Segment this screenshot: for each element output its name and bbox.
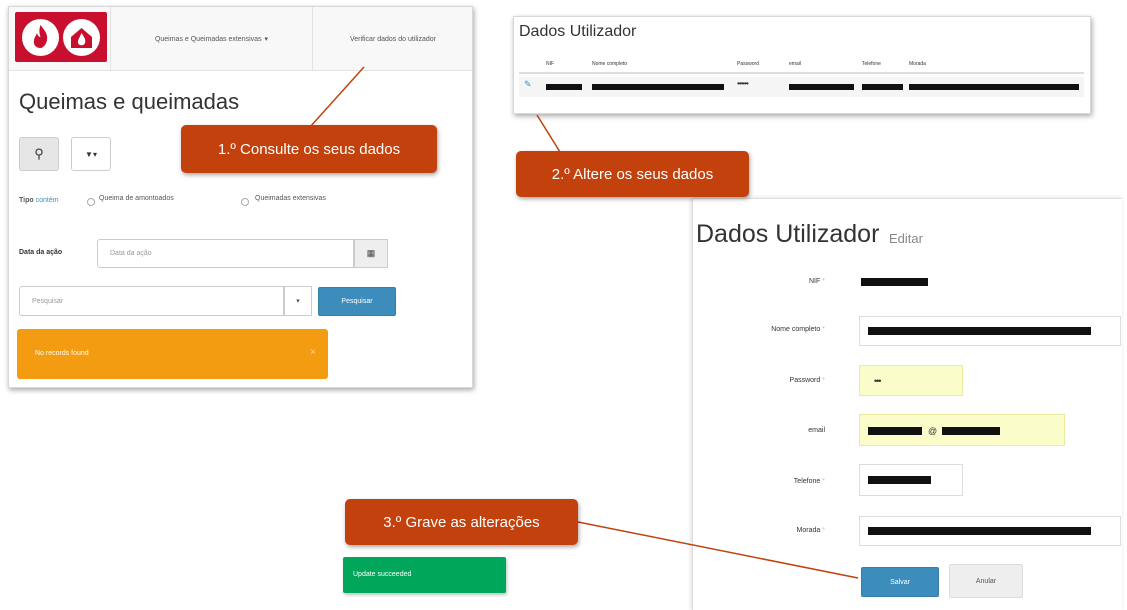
redacted-nif [546,84,582,90]
column-header-email: email [789,61,801,67]
user-data-table-panel: Dados Utilizador NIF Nome completo Passw… [513,16,1091,114]
save-button[interactable]: Salvar [861,567,939,597]
no-records-text: No records found [35,350,89,357]
label-nome-completo: Nome completo * [771,326,825,333]
tipo-label: Tipo contém [19,197,59,204]
nav-dropdown-label: Queimas e Queimadas extensivas [154,35,262,43]
column-header-morada: Morada [909,61,926,67]
callout-step-3: 3.º Grave as alterações [345,499,578,545]
email-input[interactable]: @ [859,414,1065,446]
label-morada: Morada * [796,527,825,534]
caret-down-icon: ▾ [296,298,300,305]
calendar-icon: ▦ [366,248,376,258]
calendar-button[interactable]: ▦ [354,239,388,268]
tipo-operator-link[interactable]: contém [36,197,59,204]
redacted-nome-value [868,327,1091,335]
form-subtitle: Editar [889,231,923,246]
fire-icon [22,19,59,56]
nome-completo-input[interactable] [859,316,1121,346]
top-navbar: Queimas e Queimadas extensivas ▾ Verific… [9,7,472,71]
chevron-down-icon: ▾ [264,36,269,43]
search-input[interactable]: Pesquisar [19,286,284,316]
filter-icon: ▼▾ [85,149,97,159]
form-title: Dados Utilizador [696,220,880,248]
date-label: Data da ação [19,249,63,256]
search-dropdown-toggle[interactable]: ▾ [284,286,312,316]
page-title: Queimas e queimadas [19,89,240,114]
column-header-nif: NIF [546,61,555,67]
label-telefone: Telefone * [793,478,825,485]
nav-dropdown-queimas[interactable]: Queimas e Queimadas extensivas ▾ [110,7,313,71]
table-header-row: NIF Nome completo Password email Telefon… [519,54,1084,74]
password-input[interactable]: ••• [859,365,963,396]
redacted-telefone [862,84,903,90]
morada-input[interactable] [859,516,1121,546]
edit-pencil-icon[interactable]: ✎ [524,79,532,90]
redacted-email [789,84,854,90]
redacted-morada-value [868,527,1091,535]
telefone-input[interactable] [859,464,963,496]
list-page-panel: Queimas e Queimadas extensivas ▾ Verific… [8,6,473,388]
column-header-telefone: Telefone [862,61,881,67]
filter-toggle-button[interactable]: ▼▾ [71,137,111,171]
search-icon: ⚲ [34,146,44,161]
edit-user-form-panel: Dados Utilizador Editar NIF * Nome comple… [692,198,1122,610]
redacted-telefone-value [868,476,931,484]
redacted-nome [592,84,724,90]
radio-label-queimadas-extensivas: Queimadas extensivas [255,195,326,202]
close-icon[interactable]: × [310,347,316,358]
redacted-email-domain [942,427,1000,435]
callout-step-2: 2.º Altere os seus dados [516,151,749,197]
table-row[interactable]: ✎ •••••• [519,77,1084,97]
password-mask: ••• [874,376,882,386]
callout-step-1: 1.º Consulte os seus dados [181,125,437,173]
search-button[interactable]: Pesquisar [318,287,396,316]
password-mask: •••••• [737,79,749,88]
search-toggle-button[interactable]: ⚲ [19,137,59,171]
app-logo [15,12,107,62]
connector-step2 [536,114,561,153]
label-password: Password * [789,377,825,384]
email-at-sign: @ [928,426,938,436]
tipo-filter-row: Tipo contém Queima de amontoados Queimad… [19,195,459,207]
radio-queimadas-extensivas[interactable] [241,198,249,206]
table-title: Dados Utilizador [519,23,637,40]
burning-house-icon [63,19,100,56]
cancel-button[interactable]: Anular [949,564,1023,598]
redacted-nif-value [861,278,928,286]
column-header-password: Password [737,61,759,67]
column-header-nome: Nome completo [592,61,628,67]
redacted-morada [909,84,1079,90]
no-records-alert: No records found × [17,329,328,379]
label-email: email [808,427,825,434]
radio-queima-amontoados[interactable] [87,198,95,206]
success-toast: Update succeeded [343,557,506,593]
label-nif: NIF * [808,278,825,285]
nav-link-verify-user[interactable]: Verificar dados do utilizador [314,7,472,71]
redacted-email-user [868,427,922,435]
date-input[interactable]: Data da ação [97,239,354,268]
radio-label-queima-amontoados: Queima de amontoados [99,195,174,202]
